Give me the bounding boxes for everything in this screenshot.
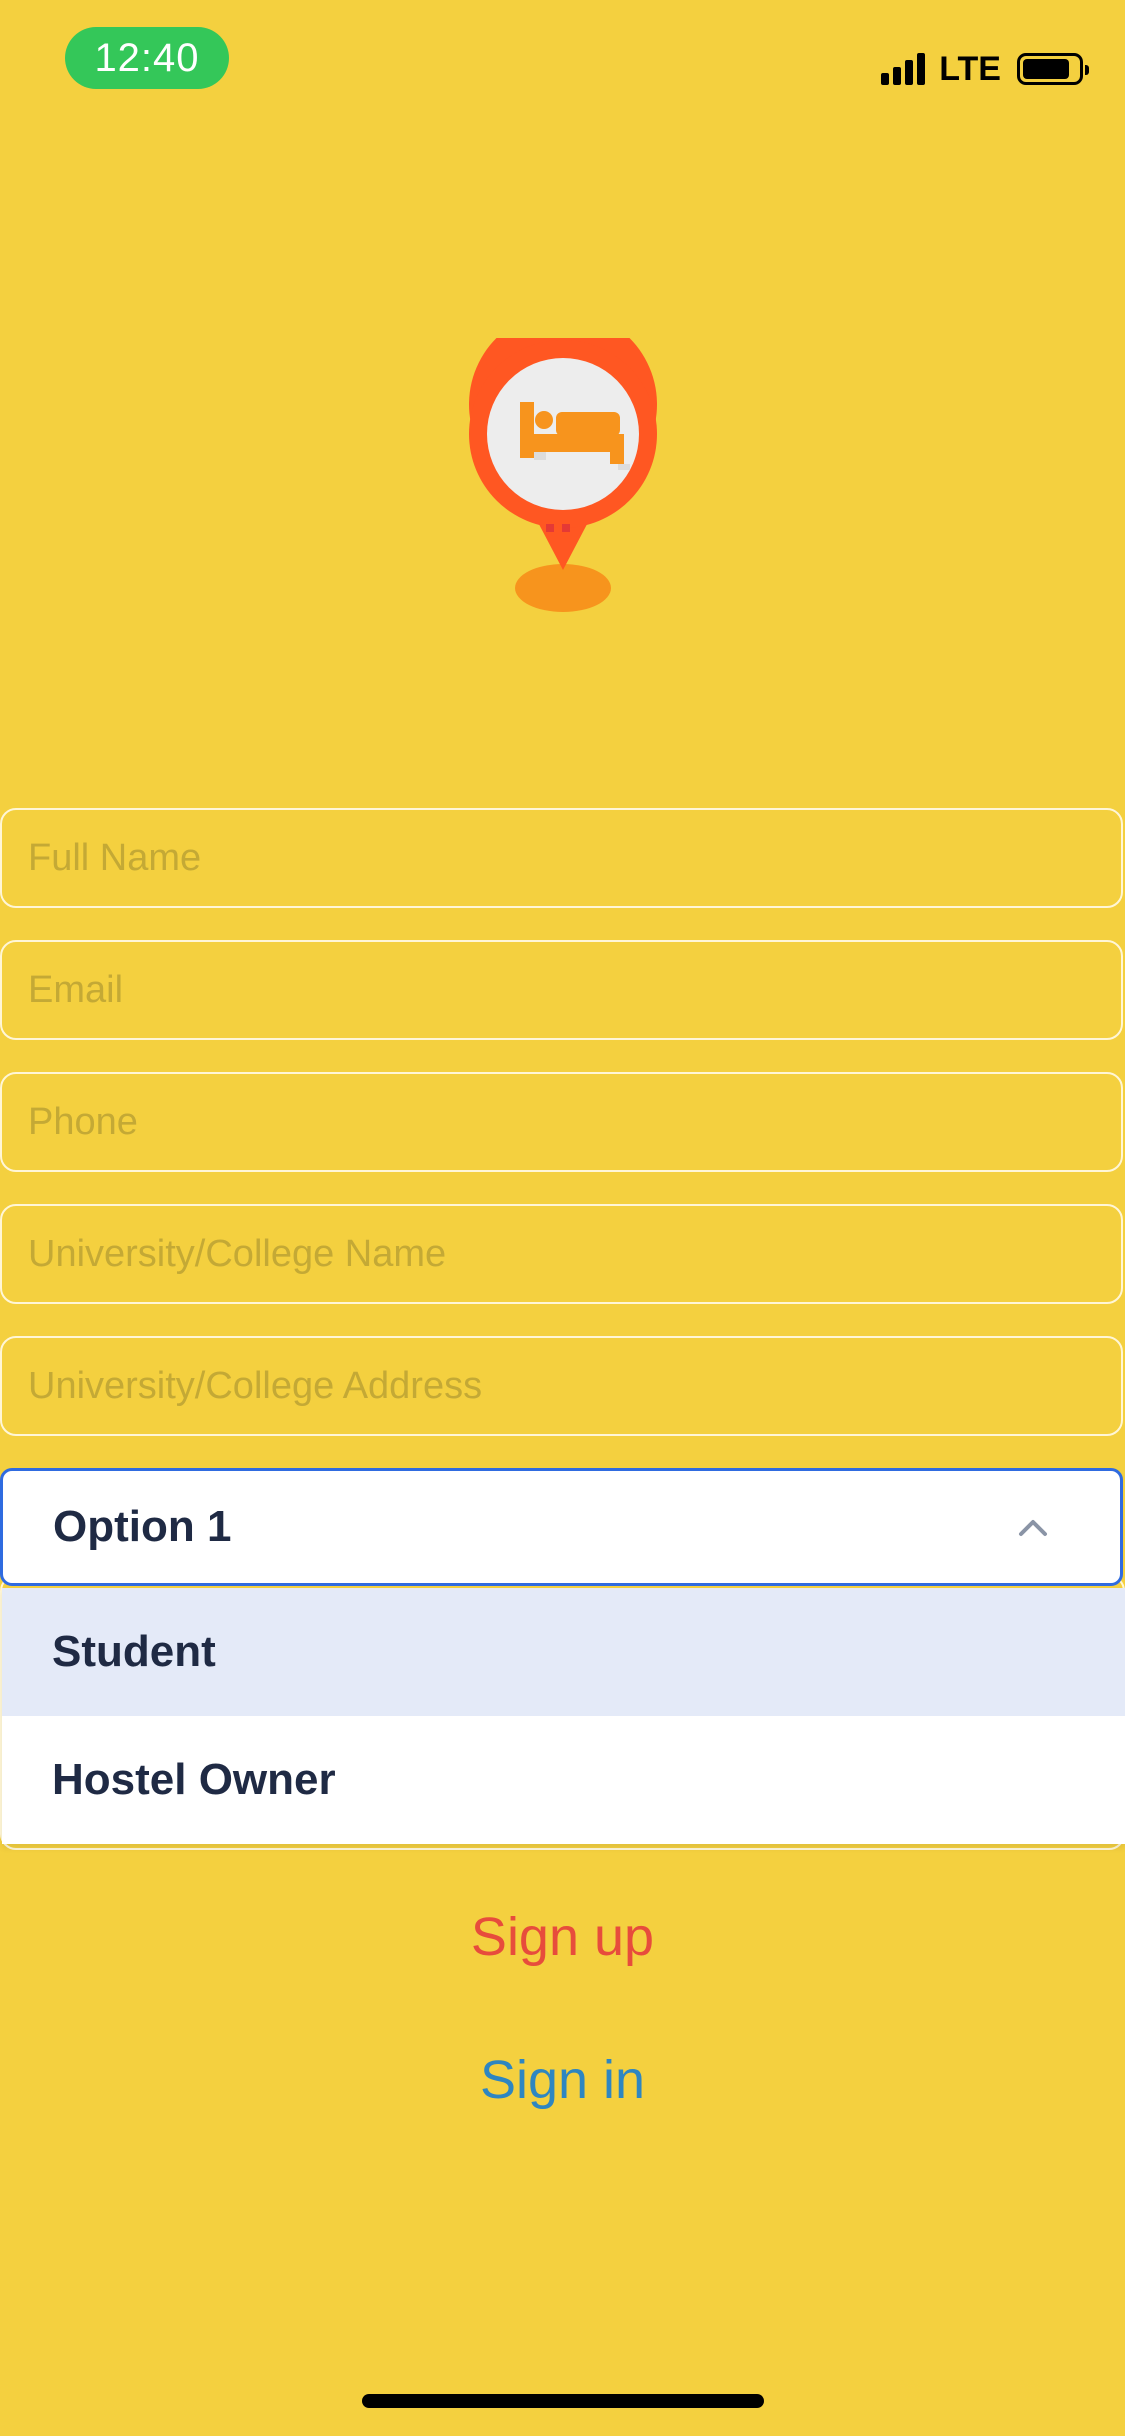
network-type-label: LTE [939, 49, 1001, 88]
signal-strength-icon [881, 53, 926, 85]
signup-button[interactable]: Sign up [0, 1906, 1125, 1968]
battery-icon [1017, 53, 1089, 85]
role-options-menu: Student Hostel Owner [2, 1588, 1125, 1844]
role-select-value: Option 1 [53, 1502, 232, 1551]
university-name-input[interactable] [0, 1204, 1123, 1304]
email-input[interactable] [0, 940, 1123, 1040]
role-option-student[interactable]: Student [2, 1588, 1125, 1716]
battery-level-fill [1023, 59, 1069, 79]
status-bar-time: 12:40 [65, 27, 229, 89]
university-address-input[interactable] [0, 1336, 1123, 1436]
role-select-dropdown[interactable]: Option 1 [0, 1468, 1123, 1586]
role-option-hostel-owner[interactable]: Hostel Owner [2, 1716, 1125, 1844]
chevron-up-icon[interactable] [1018, 1517, 1048, 1537]
hostel-location-pin-icon [469, 338, 657, 612]
home-indicator[interactable] [362, 2394, 764, 2408]
full-name-input[interactable] [0, 808, 1123, 908]
signin-button[interactable]: Sign in [0, 2049, 1125, 2111]
phone-input[interactable] [0, 1072, 1123, 1172]
status-bar-indicators: LTE [881, 48, 1089, 90]
